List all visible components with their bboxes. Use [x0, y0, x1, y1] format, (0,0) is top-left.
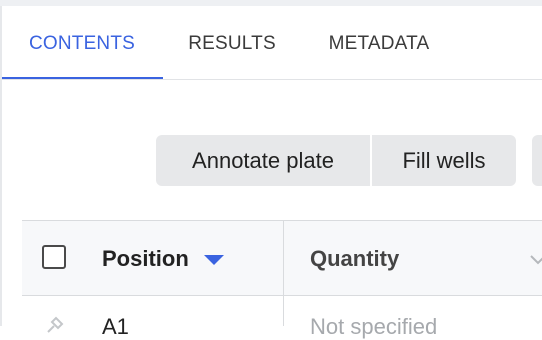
- table-header: Position Quantity: [22, 220, 542, 296]
- tab-metadata[interactable]: METADATA: [314, 6, 444, 79]
- cell-quantity: Not specified: [310, 314, 438, 339]
- plate-contents-table: Position Quantity A1 Not specified: [22, 220, 542, 339]
- active-tab-indicator: [2, 77, 163, 79]
- tab-results[interactable]: RESULTS: [174, 6, 290, 79]
- select-all-checkbox[interactable]: [42, 245, 66, 269]
- pin-icon: [47, 316, 64, 333]
- fill-wells-button[interactable]: Fill wells: [372, 135, 516, 186]
- toolbar-overflow-button[interactable]: [532, 135, 542, 186]
- annotate-plate-button[interactable]: Annotate plate: [156, 135, 370, 186]
- column-header-quantity[interactable]: Quantity: [310, 221, 399, 295]
- cell-position: A1: [102, 314, 129, 339]
- column-header-position[interactable]: Position: [102, 221, 189, 295]
- caret-down-icon[interactable]: [204, 255, 224, 265]
- chevron-down-icon[interactable]: [528, 249, 542, 269]
- table-row[interactable]: A1 Not specified: [22, 296, 542, 339]
- tab-contents[interactable]: CONTENTS: [2, 6, 162, 79]
- tab-bar: CONTENTS RESULTS METADATA: [2, 6, 542, 80]
